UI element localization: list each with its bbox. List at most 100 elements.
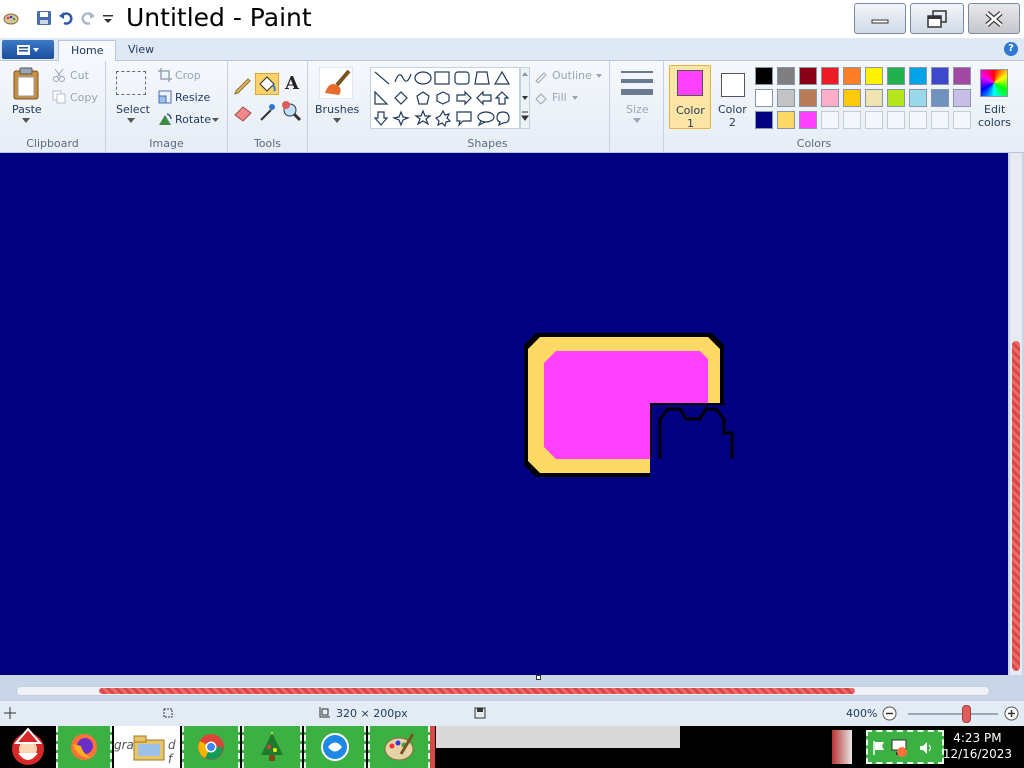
drawing-canvas[interactable] [0,153,1008,675]
shapes-scroll[interactable] [520,67,530,129]
zoom-slider-thumb[interactable] [962,705,971,723]
edit-colors-button-line2[interactable]: colors [978,116,1011,129]
palette-swatch[interactable] [755,111,773,129]
rotate-button[interactable]: Rotate [175,113,211,126]
palette-swatch[interactable] [755,67,773,85]
paste-button[interactable]: Paste [12,103,42,116]
text-tool[interactable]: A [281,73,303,95]
help-icon[interactable]: ? [1004,42,1018,56]
taskbar-clock[interactable]: 4:23 PM 12/16/2023 [943,730,1012,762]
palette-swatch[interactable] [843,67,861,85]
brushes-button[interactable]: Brushes [315,103,359,116]
palette-swatch[interactable] [821,89,839,107]
flag-icon[interactable] [872,740,886,756]
magnifier-tool[interactable] [280,101,302,123]
select-button[interactable]: Select [116,103,150,116]
palette-swatch[interactable] [799,89,817,107]
palette-swatch[interactable] [865,89,883,107]
select-dropdown-icon[interactable] [127,118,135,123]
palette-swatch[interactable] [953,67,971,85]
taskbar-paint[interactable] [368,726,430,768]
palette-swatch[interactable] [931,111,949,129]
system-tray [866,730,944,764]
taskbar-firefox[interactable] [56,726,112,768]
zoom-out-icon[interactable] [882,706,897,721]
palette-swatch[interactable] [777,111,795,129]
color1-button[interactable]: Color 1 [669,65,711,130]
network-icon[interactable] [890,738,908,758]
minimize-button[interactable] [854,3,906,34]
edit-colors-button[interactable]: Edit [984,103,1005,116]
palette-swatch[interactable] [843,89,861,107]
palette-swatch[interactable] [931,89,949,107]
palette-swatch[interactable] [887,89,905,107]
file-menu-button[interactable] [2,40,54,59]
size-dropdown-icon[interactable] [633,118,641,123]
palette-swatch[interactable] [887,111,905,129]
palette-swatch[interactable] [909,67,927,85]
palette-swatch[interactable] [887,67,905,85]
tray-ribbon-icon[interactable] [832,730,852,764]
palette-swatch[interactable] [755,89,773,107]
start-button[interactable] [4,726,52,768]
outline-button[interactable]: Outline [552,69,592,82]
palette-swatch[interactable] [843,111,861,129]
resize-button[interactable]: Resize [175,91,210,104]
taskbar-chrome[interactable] [182,726,240,768]
palette-swatch[interactable] [865,67,883,85]
canvas-resize-handle[interactable] [536,675,541,680]
paste-dropdown-icon[interactable] [22,118,30,123]
fill-tool[interactable] [255,73,279,95]
redo-icon[interactable] [80,10,96,26]
palette-swatch[interactable] [909,111,927,129]
restore-button[interactable] [910,3,964,34]
palette-swatch[interactable] [821,67,839,85]
palette-swatch[interactable] [909,89,927,107]
color2-button[interactable]: Color 2 [714,65,754,129]
vertical-scroll-thumb[interactable] [1012,341,1020,671]
horizontal-scroll-thumb[interactable] [99,688,855,694]
palette-swatch[interactable] [799,111,817,129]
fill-dropdown-icon[interactable] [572,96,578,100]
taskbar-christmas-tree[interactable] [242,726,302,768]
taskbar-app-blue[interactable] [304,726,366,768]
pencil-tool[interactable] [232,73,254,95]
cut-button[interactable]: Cut [70,69,89,82]
shapes-gallery-icons[interactable] [371,68,531,130]
horizontal-scrollbar[interactable] [16,686,990,696]
rotate-icon [159,113,172,125]
rotate-dropdown-icon[interactable] [212,118,219,122]
brushes-dropdown-icon[interactable] [333,118,341,123]
eraser-tool[interactable] [232,101,254,123]
palette-swatch[interactable] [953,111,971,129]
palette-swatch[interactable] [777,89,795,107]
tab-view[interactable]: View [116,40,166,62]
palette-swatch[interactable] [777,67,795,85]
zoom-in-icon[interactable] [1004,706,1019,721]
tab-home[interactable]: Home [58,40,117,62]
paint-app-icon[interactable] [3,10,19,26]
outline-dropdown-icon[interactable] [596,74,602,78]
copy-button[interactable]: Copy [70,91,98,104]
save-icon[interactable] [36,10,52,26]
color-picker-tool[interactable] [256,101,278,123]
palette-swatch[interactable] [931,67,949,85]
taskbar-explorer[interactable]: gra d f [114,726,180,768]
close-button[interactable] [968,3,1020,34]
size-button[interactable]: Size [626,103,649,116]
chrome-icon [198,734,224,760]
ribbon: Paste Cut Copy Clipboard Select Crop Res… [0,61,1024,153]
undo-icon[interactable] [58,10,74,26]
vertical-scrollbar[interactable] [1010,153,1022,675]
palette-swatch[interactable] [953,89,971,107]
paint-palette-icon [384,733,415,761]
fill-button[interactable]: Fill [552,91,567,104]
palette-swatch[interactable] [799,67,817,85]
volume-icon[interactable] [918,740,934,756]
palette-swatch[interactable] [865,111,883,129]
zoom-slider-track[interactable] [908,713,998,715]
clock-date: 12/16/2023 [942,747,1012,761]
customize-quick-access-icon[interactable] [100,10,116,26]
palette-swatch[interactable] [821,111,839,129]
crop-button[interactable]: Crop [175,69,201,82]
